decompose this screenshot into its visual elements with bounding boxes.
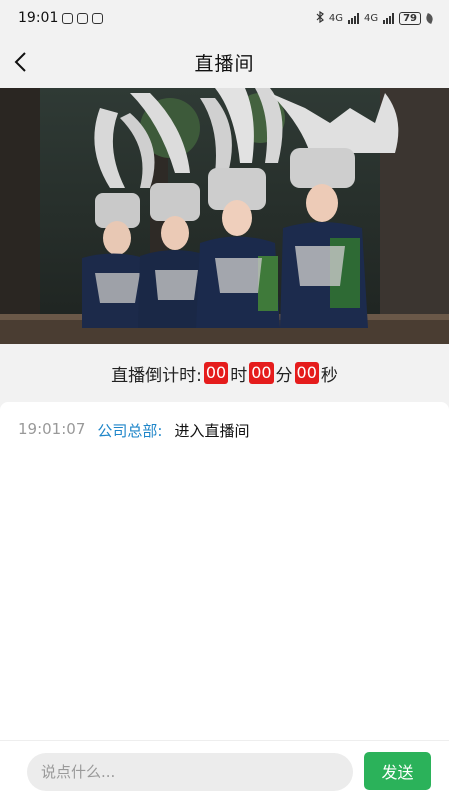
countdown-minutes: 00 <box>249 362 274 384</box>
signal-icon <box>347 12 359 24</box>
countdown-minutes-unit: 分 <box>275 365 293 386</box>
countdown-label: 直播倒计时: <box>111 365 202 386</box>
countdown-seconds-unit: 秒 <box>320 365 338 386</box>
network-type-1: 4G <box>328 12 343 24</box>
status-right: 4G 4G 79 <box>316 10 435 26</box>
nfc-icon <box>77 12 89 24</box>
power-saving-icon <box>424 12 435 24</box>
live-video-player[interactable] <box>0 88 449 344</box>
chat-panel[interactable]: 19:01:07 公司总部: 进入直播间 <box>0 402 449 740</box>
chevron-left-icon <box>14 52 26 72</box>
send-button[interactable]: 发送 <box>364 752 431 790</box>
page-title: 直播间 <box>194 52 255 75</box>
bluetooth-icon <box>316 10 324 26</box>
countdown-hours: 00 <box>203 362 229 384</box>
chat-message-user[interactable]: 公司总部: <box>97 420 162 441</box>
live-countdown: 直播倒计时: 00 时 00 分 00 秒 <box>0 344 449 402</box>
nav-bar: 直播间 <box>0 36 449 88</box>
status-left: 19:01 <box>18 10 104 26</box>
input-bar: 发送 <box>0 740 449 801</box>
network-type-2: 4G <box>363 12 379 24</box>
signal-icon-2 <box>383 12 395 24</box>
status-time: 19:01 <box>18 10 59 26</box>
status-bar: 19:01 4G 4G 79 <box>0 0 449 36</box>
chat-message: 19:01:07 公司总部: 进入直播间 <box>18 420 249 441</box>
notification-icon <box>62 12 74 24</box>
back-button[interactable] <box>10 50 34 74</box>
countdown-seconds: 00 <box>294 362 319 384</box>
message-input[interactable] <box>27 753 353 791</box>
live-video-image <box>0 88 449 344</box>
app-notification-icon <box>92 12 104 24</box>
chat-message-time: 19:01:07 <box>18 420 86 438</box>
chat-message-text: 进入直播间 <box>174 422 250 440</box>
countdown-hours-unit: 时 <box>230 365 248 386</box>
battery-icon: 79 <box>399 11 421 25</box>
